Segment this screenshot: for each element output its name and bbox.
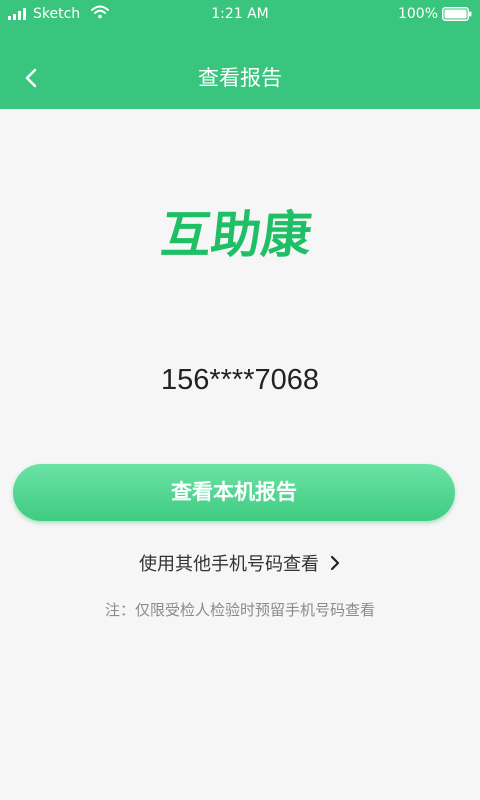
- view-local-report-button[interactable]: 查看本机报告: [13, 464, 455, 521]
- page-title: 查看报告: [198, 66, 282, 90]
- other-number-label: 使用其他手机号码查看: [139, 554, 319, 575]
- note-text: 注：仅限受检人检验时预留手机号码查看: [104, 601, 375, 619]
- other-number-link[interactable]: 使用其他手机号码查看: [0, 551, 480, 579]
- chevron-right-icon: [330, 555, 340, 571]
- logo-text: 互助康: [158, 205, 315, 264]
- masked-phone-number: 156****7068: [160, 364, 320, 396]
- battery-icon: [442, 7, 472, 21]
- nav-bar: 查看报告: [0, 50, 480, 106]
- status-bar: Sketch 1:21 AM 100%: [0, 0, 480, 28]
- header-area: Sketch 1:21 AM 100% 查看报告: [0, 0, 480, 109]
- app-logo: 互助康: [150, 200, 330, 270]
- battery-percent: 100%: [397, 6, 438, 22]
